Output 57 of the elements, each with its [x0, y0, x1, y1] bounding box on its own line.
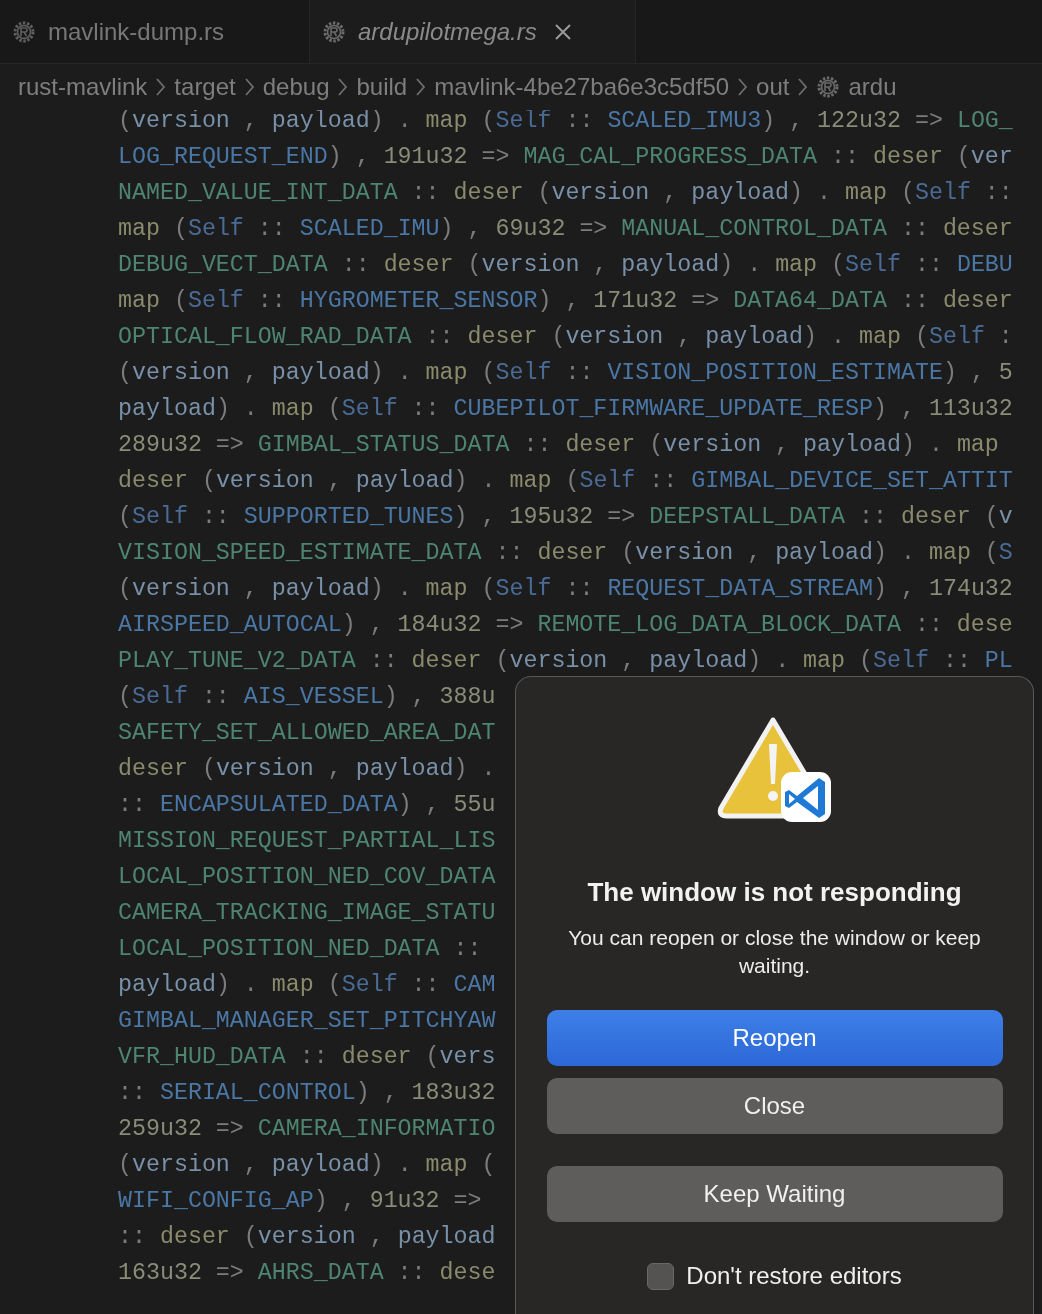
code-line: VISION_SPEED_ESTIMATE_DATA :: deser (version , payload) . map (S	[118, 539, 1013, 568]
code-line: (Self :: AIS_VESSEL) , 388u	[118, 683, 496, 712]
code-line: SAFETY_SET_ALLOWED_AREA_DAT	[118, 719, 496, 748]
gear-icon	[322, 19, 346, 44]
checkbox-label[interactable]: Don't restore editors	[686, 1258, 902, 1294]
code-line: 289u32 => GIMBAL_STATUS_DATA :: deser (version , payload) . map	[118, 431, 999, 460]
code-line: WIFI_CONFIG_AP) , 91u32 =>	[118, 1187, 482, 1216]
gear-icon	[816, 75, 841, 99]
editor-tab[interactable]: ardupilotmega.rs	[310, 0, 636, 63]
breadcrumb-item[interactable]: rust-mavlink	[18, 69, 148, 105]
chevron-icon	[243, 77, 255, 97]
chevron-icon	[337, 77, 349, 97]
code-line: map (Self :: SCALED_IMU) , 69u32 => MANUAL_CONTROL_DATA :: deser	[118, 215, 1013, 244]
reopen-button[interactable]: Reopen	[546, 1010, 1003, 1066]
code-line: (version , payload) . map (	[118, 1151, 496, 1180]
breadcrumb-item[interactable]: ardu	[848, 69, 897, 105]
breadcrumb-item[interactable]: debug	[262, 69, 330, 105]
code-line: deser (version , payload) .	[118, 755, 496, 784]
chevron-icon	[415, 77, 427, 97]
code-line: 259u32 => CAMERA_INFORMATIO	[118, 1115, 496, 1144]
code-line: payload) . map (Self :: CUBEPILOT_FIRMWARE_UPDATE_RESP) , 113u32	[118, 395, 1013, 424]
code-line: LOCAL_POSITION_NED_DATA ::	[118, 935, 482, 964]
code-line: LOG_REQUEST_END) , 191u32 => MAG_CAL_PROGRESS_DATA :: deser (ver	[118, 143, 1013, 172]
breadcrumb-item[interactable]: out	[756, 69, 790, 105]
code-line: VFR_HUD_DATA :: deser (vers	[118, 1043, 496, 1072]
dialog-button[interactable]: Keep Waiting	[546, 1166, 1003, 1222]
code-line: payload) . map (Self :: CAM	[118, 971, 496, 1000]
code-line: (version , payload) . map (Self :: VISION_POSITION_ESTIMATE) , 5	[118, 359, 1013, 388]
code-line: MISSION_REQUEST_PARTIAL_LIS	[118, 827, 496, 856]
code-line: (Self :: SUPPORTED_TUNES) , 195u32 => DEEPSTALL_DATA :: deser (v	[118, 503, 1013, 532]
close-icon	[552, 21, 573, 42]
breadcrumb-item[interactable]: mavlink-4be27ba6e3c5df50	[434, 69, 730, 105]
breadcrumb-item[interactable]: target	[174, 69, 236, 105]
code-line: (version , payload) . map (Self :: REQUEST_DATA_STREAM) , 174u32	[118, 575, 1013, 604]
code-line: AIRSPEED_AUTOCAL) , 184u32 => REMOTE_LOG_DATA_BLOCK_DATA :: dese	[118, 611, 1013, 640]
code-line: DEBUG_VECT_DATA :: deser (version , payload) . map (Self :: DEBU	[118, 251, 1013, 280]
code-line: CAMERA_TRACKING_IMAGE_STATU	[118, 899, 496, 928]
dialog-title: The window is not responding	[587, 876, 962, 908]
code-line: :: SERIAL_CONTROL) , 183u32	[118, 1079, 496, 1108]
code-line: LOCAL_POSITION_NED_COV_DATA	[118, 863, 496, 892]
code-line: 163u32 => AHRS_DATA :: dese	[118, 1259, 496, 1288]
code-line: PLAY_TUNE_V2_DATA :: deser (version , payload) . map (Self :: PL	[118, 647, 1013, 676]
code-line: GIMBAL_MANAGER_SET_PITCHYAW	[118, 1007, 496, 1036]
breadcrumb-item[interactable]: build	[356, 69, 408, 105]
code-line: :: ENCAPSULATED_DATA) , 55u	[118, 791, 496, 820]
code-line: :: deser (version , payload	[118, 1223, 496, 1252]
chevron-icon	[737, 77, 749, 97]
chevron-icon	[797, 77, 809, 97]
chevron-icon	[155, 77, 167, 97]
code-line: deser (version , payload) . map (Self :: GIMBAL_DEVICE_SET_ATTIT	[118, 467, 1013, 496]
dialog-message: You can reopen or close the window or keep waiting.	[567, 925, 982, 979]
checkbox[interactable]	[647, 1262, 675, 1290]
code-line: NAMED_VALUE_INT_DATA :: deser (version , payload) . map (Self ::	[118, 179, 1013, 208]
code-line: map (Self :: HYGROMETER_SENSOR) , 171u32 => DATA64_DATA :: deser	[118, 287, 1013, 316]
gear-icon	[12, 19, 36, 44]
dialog-button[interactable]: Close	[546, 1078, 1003, 1134]
code-line: OPTICAL_FLOW_RAD_DATA :: deser (version , payload) . map (Self :	[118, 323, 1013, 352]
